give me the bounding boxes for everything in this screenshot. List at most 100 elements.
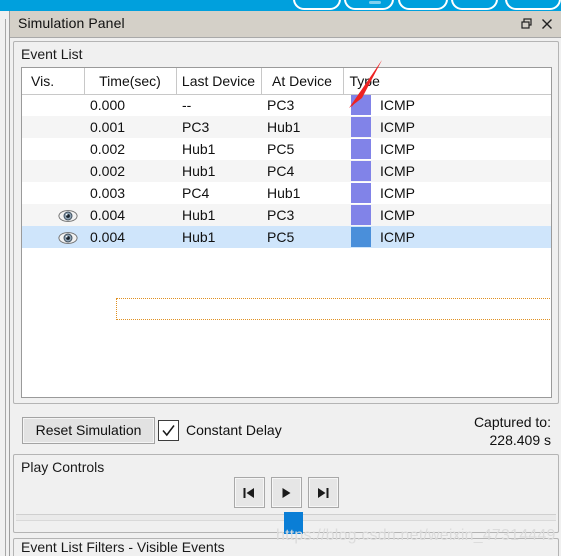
- cell-visibility[interactable]: [22, 226, 84, 248]
- column-header-at-device[interactable]: At Device: [261, 68, 344, 95]
- forward-to-end-button[interactable]: [307, 477, 339, 508]
- packet-color-swatch: [351, 117, 371, 137]
- cell-time: 0.002: [84, 160, 176, 182]
- cell-at-device: PC3: [261, 94, 343, 116]
- column-header-vis[interactable]: Vis.: [22, 68, 85, 95]
- cell-type: ICMP: [343, 116, 551, 138]
- cell-at-device: Hub1: [261, 116, 343, 138]
- cell-at-device: Hub1: [261, 182, 343, 204]
- packet-type-label: ICMP: [380, 141, 415, 157]
- event-list-filters-group: Event List Filters - Visible Events: [13, 538, 559, 556]
- table-row[interactable]: 0.002 Hub1 PC5 ICMP: [22, 138, 551, 160]
- table-row[interactable]: 0.004 Hub1 PC3 ICMP: [22, 204, 551, 226]
- cell-last-device: Hub1: [176, 160, 261, 182]
- cell-last-device: PC3: [176, 116, 261, 138]
- cell-visibility[interactable]: [22, 116, 84, 138]
- event-list-table-container[interactable]: Vis. Time(sec) Last Device At Device Typ…: [21, 67, 552, 398]
- checkmark-icon: [162, 425, 175, 437]
- toolbar-button-2[interactable]: [344, 0, 394, 10]
- table-row[interactable]: 0.003 PC4 Hub1 ICMP: [22, 182, 551, 204]
- packet-color-swatch: [351, 139, 371, 159]
- toolbar-button-5[interactable]: [505, 0, 561, 10]
- skip-forward-icon: [318, 487, 329, 498]
- packet-color-swatch: [351, 227, 371, 247]
- column-header-type[interactable]: Type: [343, 68, 551, 95]
- cell-type: ICMP: [343, 182, 551, 204]
- cell-type: ICMP: [343, 204, 551, 226]
- event-list-group: Event List Vis. Time(sec) Last Device At…: [13, 41, 559, 404]
- left-divider-rail: [0, 11, 9, 556]
- back-to-start-button[interactable]: [233, 477, 265, 508]
- packet-color-swatch: [351, 183, 371, 203]
- visible-eye-icon: [58, 232, 78, 245]
- skip-back-icon: [243, 487, 254, 498]
- cell-visibility[interactable]: [22, 160, 84, 182]
- packet-color-swatch: [351, 95, 371, 116]
- event-list-table: Vis. Time(sec) Last Device At Device Typ…: [22, 68, 551, 248]
- packet-type-label: ICMP: [380, 163, 415, 179]
- packet-type-label: ICMP: [380, 119, 415, 135]
- play-button[interactable]: [270, 477, 302, 508]
- cell-last-device: Hub1: [176, 226, 261, 248]
- toolbar-button-1[interactable]: [293, 0, 341, 10]
- simulation-panel-window: Simulation Panel Event List Vis. Time(se…: [9, 11, 561, 556]
- table-row[interactable]: 0.002 Hub1 PC4 ICMP: [22, 160, 551, 182]
- event-list-title: Event List: [21, 46, 83, 62]
- restore-icon[interactable]: [519, 16, 535, 32]
- cell-at-device: PC4: [261, 160, 343, 182]
- toolbar-button-3[interactable]: [398, 0, 448, 10]
- cell-time: 0.002: [84, 138, 176, 160]
- captured-to-label: Captured to:: [473, 414, 551, 430]
- packet-type-label: ICMP: [380, 97, 415, 114]
- cell-last-device: PC4: [176, 182, 261, 204]
- reset-simulation-button[interactable]: Reset Simulation: [22, 417, 155, 444]
- cell-time: 0.004: [84, 204, 176, 226]
- packet-color-swatch: [351, 161, 371, 181]
- cell-at-device: PC3: [261, 204, 343, 226]
- cell-last-device: --: [176, 94, 261, 116]
- cell-type: ICMP: [343, 226, 551, 248]
- cell-visibility[interactable]: [22, 182, 84, 204]
- cell-at-device: PC5: [261, 226, 343, 248]
- column-header-time[interactable]: Time(sec): [84, 68, 177, 95]
- captured-to-readout: Captured to: 228.409 s: [371, 413, 551, 449]
- cell-time: 0.000: [84, 94, 176, 116]
- packet-type-label: ICMP: [380, 229, 415, 245]
- table-row[interactable]: 0.001 PC3 Hub1 ICMP: [22, 116, 551, 138]
- play-controls-buttons: [14, 477, 558, 508]
- constant-delay-checkbox[interactable]: [158, 420, 179, 441]
- toolbar-button-4[interactable]: [451, 0, 498, 10]
- close-icon[interactable]: [539, 16, 555, 32]
- cell-visibility[interactable]: [22, 94, 84, 116]
- column-header-last-device[interactable]: Last Device: [176, 68, 262, 95]
- packet-type-label: ICMP: [380, 207, 415, 223]
- table-row[interactable]: 0.004 Hub1 PC5 ICMP: [22, 226, 551, 248]
- play-icon: [282, 487, 291, 498]
- window-titlebar: Simulation Panel: [10, 11, 561, 38]
- cell-visibility[interactable]: [22, 138, 84, 160]
- cell-last-device: Hub1: [176, 204, 261, 226]
- cell-type: ICMP: [343, 138, 551, 160]
- play-controls-title: Play Controls: [21, 459, 105, 475]
- event-list-body: 0.000 -- PC3 ICMP 0.001 PC3 Hub1 ICMP 0.002 Hub1 P…: [22, 94, 551, 248]
- packet-type-label: ICMP: [380, 185, 415, 201]
- captured-to-value: 228.409 s: [489, 432, 552, 448]
- cell-time: 0.001: [84, 116, 176, 138]
- cell-visibility[interactable]: [22, 204, 84, 226]
- app-toolbar-strip: [0, 0, 561, 11]
- cell-time: 0.004: [84, 226, 176, 248]
- window-title: Simulation Panel: [18, 15, 125, 31]
- table-row[interactable]: 0.000 -- PC3 ICMP: [22, 94, 551, 116]
- cell-type: ICMP: [343, 160, 551, 182]
- cell-last-device: Hub1: [176, 138, 261, 160]
- packet-color-swatch: [351, 205, 371, 225]
- table-header-row: Vis. Time(sec) Last Device At Device Typ…: [22, 68, 551, 95]
- event-list-filters-title: Event List Filters - Visible Events: [21, 539, 225, 555]
- constant-delay-label: Constant Delay: [186, 422, 282, 438]
- visible-eye-icon: [58, 210, 78, 223]
- selected-row-focus-outline: [116, 298, 551, 320]
- cell-at-device: PC5: [261, 138, 343, 160]
- simulation-panel-screen: Simulation Panel Event List Vis. Time(se…: [0, 0, 561, 556]
- playback-slider-thumb[interactable]: [284, 512, 303, 534]
- cell-time: 0.003: [84, 182, 176, 204]
